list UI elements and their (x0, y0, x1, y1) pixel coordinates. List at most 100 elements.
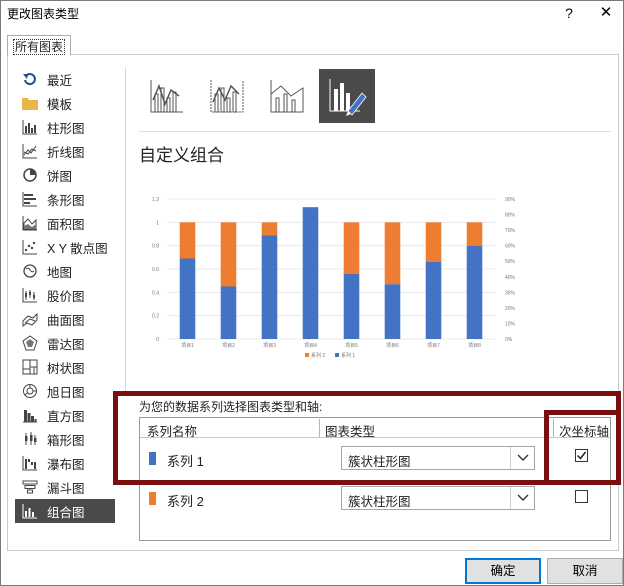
sidebar-item-templates[interactable]: 模板 (15, 91, 115, 115)
sidebar-item-combo[interactable]: 组合图 (15, 499, 115, 523)
sidebar-item-label: 股价图 (47, 289, 85, 304)
sidebar-divider (125, 67, 126, 391)
sidebar-item-funnel[interactable]: 漏斗图 (15, 475, 115, 499)
y-tick-label: 0.4 (152, 290, 159, 296)
annotation-highlight-secondary-axis (544, 410, 621, 485)
gallery-separator (139, 131, 611, 132)
clustered-column-line-icon (150, 80, 183, 113)
sidebar-item-label: 组合图 (47, 505, 85, 520)
sidebar-item-pie[interactable]: 饼图 (15, 163, 115, 187)
help-button[interactable]: ? (559, 3, 579, 23)
y-tick-label: 0.6 (152, 267, 159, 273)
chart-bar (384, 284, 401, 339)
x-tick-label: 项目7 (427, 343, 440, 349)
x-tick-label: 项目5 (345, 343, 358, 349)
sidebar-item-label: 漏斗图 (47, 481, 85, 496)
sidebar-item-label: 直方图 (47, 409, 85, 424)
sidebar-item-label: 折线图 (47, 145, 85, 160)
series-2-color-swatch (149, 492, 156, 505)
subtype-clustered-column-line[interactable] (139, 69, 195, 123)
combo-subtype-gallery (139, 69, 375, 123)
y2-tick-label: 40% (505, 275, 516, 281)
bar-chart-icon (21, 190, 39, 208)
combo-heading: 自定义组合 (139, 146, 224, 165)
sunburst-chart-icon (21, 382, 39, 400)
map-chart-icon (21, 262, 39, 280)
chart-bar (466, 245, 483, 339)
pie-chart-icon (21, 166, 39, 184)
sidebar-item-label: X Y 散点图 (47, 241, 108, 256)
series-2-chart-type-select[interactable]: 簇状柱形图 (341, 486, 535, 510)
dialog-title: 更改图表类型 (7, 7, 80, 21)
tab-strip: 所有图表 (7, 35, 619, 56)
ok-button[interactable]: 确定 (465, 558, 541, 584)
y2-tick-label: 0% (505, 337, 513, 343)
scatter-chart-icon (21, 238, 39, 256)
y-tick-label: 1 (156, 220, 159, 226)
chevron-down-icon[interactable] (510, 487, 534, 509)
sidebar-item-label: 曲面图 (47, 313, 85, 328)
sidebar-item-treemap[interactable]: 树状图 (15, 355, 115, 379)
x-tick-label: 项目8 (468, 343, 481, 349)
sidebar-item-box-whisker[interactable]: 箱形图 (15, 427, 115, 451)
sidebar-item-recent[interactable]: 最近 (15, 67, 115, 91)
sidebar-item-radar[interactable]: 雷达图 (15, 331, 115, 355)
sidebar-item-label: 旭日图 (47, 385, 85, 400)
y-tick-label: 0 (156, 337, 159, 343)
area-chart-icon (21, 214, 39, 232)
chart-bar (343, 273, 360, 339)
funnel-chart-icon (21, 478, 39, 496)
chart-bar (425, 262, 442, 339)
sidebar-item-sunburst[interactable]: 旭日图 (15, 379, 115, 403)
sidebar-item-stock[interactable]: 股价图 (15, 283, 115, 307)
tab-all-charts-label: 所有图表 (13, 39, 66, 55)
x-tick-label: 项目6 (386, 343, 399, 349)
y2-tick-label: 50% (505, 259, 516, 265)
tab-all-charts[interactable]: 所有图表 (7, 35, 72, 56)
subtype-clustered-column-line-secondary[interactable] (199, 69, 255, 123)
change-chart-type-dialog: 更改图表类型 ? ✕ 所有图表 最近 模板 柱形图 折线图 饼图 条形图 面积图… (0, 0, 624, 586)
sidebar-item-label: 最近 (47, 73, 73, 88)
sidebar-item-waterfall[interactable]: 瀑布图 (15, 451, 115, 475)
sidebar-item-histogram[interactable]: 直方图 (15, 403, 115, 427)
x-tick-label: 项目1 (181, 343, 194, 349)
sidebar-item-bar[interactable]: 条形图 (15, 187, 115, 211)
close-button[interactable]: ✕ (595, 3, 617, 23)
box-whisker-chart-icon (21, 430, 39, 448)
x-tick-label: 项目4 (304, 343, 317, 349)
y2-tick-label: 80% (505, 213, 516, 219)
chart-bar (466, 222, 483, 246)
custom-combination-icon (329, 79, 367, 116)
waterfall-chart-icon (21, 454, 39, 472)
sidebar-item-surface[interactable]: 曲面图 (15, 307, 115, 331)
y-tick-label: 0.8 (152, 244, 159, 250)
chart-bar (220, 286, 237, 339)
sidebar-item-label: 树状图 (47, 361, 85, 376)
x-tick-label: 项目3 (263, 343, 276, 349)
chart-bar (179, 258, 196, 339)
column-chart-icon (21, 118, 39, 136)
radar-chart-icon (21, 334, 39, 352)
sidebar-item-area[interactable]: 面积图 (15, 211, 115, 235)
chart-bar (179, 222, 196, 259)
subtype-stacked-area-clustered-column[interactable] (259, 69, 315, 123)
sidebar-item-label: 箱形图 (47, 433, 85, 448)
title-bar: 更改图表类型 ? ✕ (1, 1, 623, 25)
sidebar-item-label: 柱形图 (47, 121, 85, 136)
y2-tick-label: 60% (505, 244, 516, 250)
series-2-secondary-axis-checkbox[interactable] (575, 490, 588, 503)
treemap-chart-icon (21, 358, 39, 376)
legend-label: 系列 1 (341, 352, 355, 359)
line-chart-icon (21, 142, 39, 160)
sidebar-item-scatter[interactable]: X Y 散点图 (15, 235, 115, 259)
subtype-custom-combination[interactable] (319, 69, 375, 123)
sidebar-item-line[interactable]: 折线图 (15, 139, 115, 163)
sidebar-item-label: 地图 (47, 265, 73, 280)
histogram-chart-icon (21, 406, 39, 424)
surface-chart-icon (21, 310, 39, 328)
chart-bar (343, 222, 360, 274)
sidebar-item-column[interactable]: 柱形图 (15, 115, 115, 139)
sidebar-item-map[interactable]: 地图 (15, 259, 115, 283)
sidebar-item-label: 模板 (47, 97, 73, 112)
cancel-button[interactable]: 取消 (547, 558, 623, 584)
